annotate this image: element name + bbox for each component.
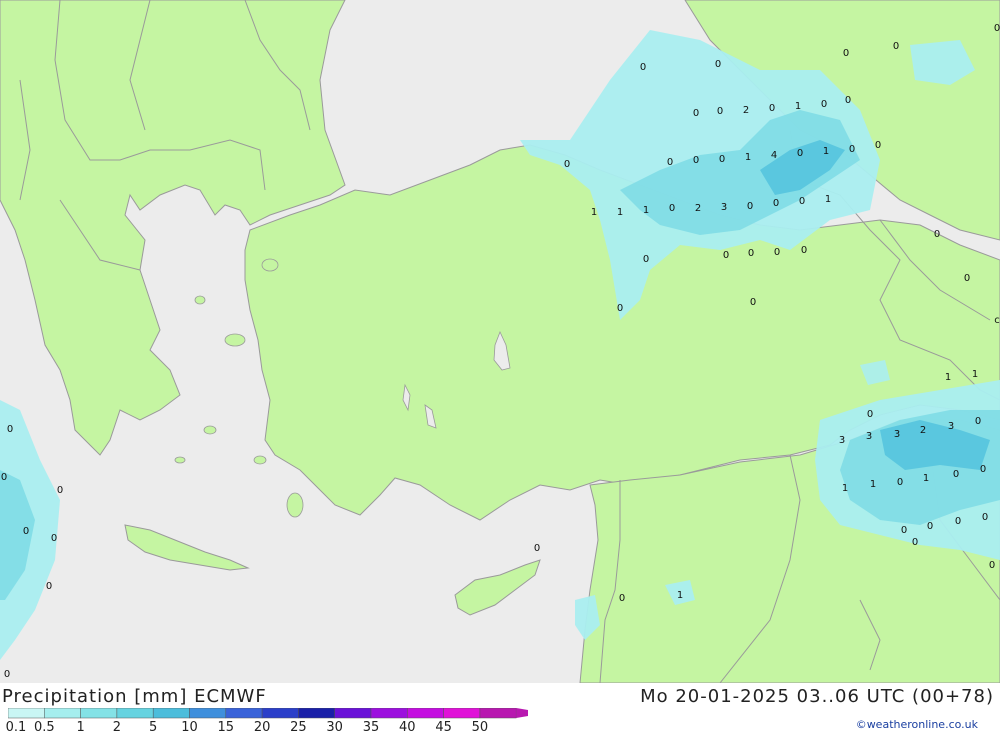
valid-time: Mo 20-01-2025 03..06 UTC (00+78) (640, 686, 994, 707)
precip-value-label: 0 (797, 148, 803, 159)
precip-value-label: 0 (980, 464, 986, 475)
footer: Precipitation [mm] ECMWF Mo 20-01-2025 0… (0, 683, 1000, 735)
scale-swatch (334, 708, 372, 719)
scale-swatch (298, 708, 335, 719)
scale-swatch (407, 708, 444, 719)
precip-value-label: 1 (842, 483, 848, 494)
precip-value-label: 0 (1, 472, 7, 483)
precip-value-label: 0 (912, 537, 918, 548)
precip-value-label: 4 (771, 150, 777, 161)
precip-value-label: 0 (748, 248, 754, 259)
precip-value-label: 1 (795, 101, 801, 112)
precip-value-label: 0 (643, 254, 649, 265)
color-scale-labels: 0.1 0.5 1 2 5 10 15 20 25 30 35 40 45 50 (0, 720, 520, 735)
precip-value-label: 2 (695, 203, 701, 214)
precip-value-label: 1 (923, 473, 929, 484)
precip-value-label: 0 (953, 469, 959, 480)
precip-value-label: 1 (870, 479, 876, 490)
scale-swatch (225, 708, 263, 719)
precip-value-label: 0 (693, 155, 699, 166)
precip-value-label: 0 (4, 669, 10, 680)
scale-swatch (152, 708, 190, 719)
credit-link[interactable]: ©weatheronline.co.uk (856, 718, 978, 731)
precip-value-label: 0 (875, 140, 881, 151)
precipitation-map: 0 0 0 0 0 0 2 0 1 0 0 0 0 0 1 4 0 1 0 0 0 1 1 1 0 2 3 0 0 0 1 0 0 0 0 0 0 0 0 0… (0, 0, 1000, 683)
precip-value-label: 0 (801, 245, 807, 256)
precip-value-label: 3 (839, 435, 845, 446)
precip-value-label: 2 (920, 425, 926, 436)
precip-value-label: 0 (773, 198, 779, 209)
precip-value-label: 3 (894, 429, 900, 440)
precip-value-label: 0 (640, 62, 646, 73)
precip-value-label: 1 (591, 207, 597, 218)
precip-value-label: c (994, 315, 1000, 326)
precip-value-label: 0 (994, 23, 1000, 34)
precip-value-label: 3 (721, 202, 727, 213)
precip-value-label: 0 (893, 41, 899, 52)
precip-value-label: 0 (750, 297, 756, 308)
precip-value-label: 3 (948, 421, 954, 432)
precip-value-label: 0 (747, 201, 753, 212)
scale-swatch (44, 708, 81, 719)
precip-value-label: 0 (723, 250, 729, 261)
scale-swatch (479, 708, 517, 719)
precip-value-label: 1 (945, 372, 951, 383)
precip-value-label: 1 (825, 194, 831, 205)
precip-value-label: 3 (866, 431, 872, 442)
scale-swatch (370, 708, 408, 719)
precip-value-label: 0 (934, 229, 940, 240)
color-scale (8, 708, 528, 719)
precip-value-label: 1 (823, 146, 829, 157)
precip-value-label: 0 (964, 273, 970, 284)
precip-value-label: 0 (619, 593, 625, 604)
scale-arrow-icon (516, 708, 528, 718)
precip-value-label: 0 (51, 533, 57, 544)
precip-value-label: 0 (7, 424, 13, 435)
scale-swatch (189, 708, 227, 719)
precip-value-label: 0 (955, 516, 961, 527)
precip-value-label: 1 (972, 369, 978, 380)
precip-value-label: 1 (677, 590, 683, 601)
precip-value-label: 0 (564, 159, 570, 170)
precip-value-label: 0 (867, 409, 873, 420)
precip-value-label: 0 (843, 48, 849, 59)
precip-value-label: 0 (667, 157, 673, 168)
precip-value-label: 0 (975, 416, 981, 427)
precip-value-label: 0 (982, 512, 988, 523)
land-cyprus (454, 559, 541, 616)
scale-swatch (261, 708, 299, 719)
precip-value-label: 0 (849, 144, 855, 155)
precip-value-label: 0 (845, 95, 851, 106)
precip-value-label: 0 (693, 108, 699, 119)
precip-value-label: 0 (534, 543, 540, 554)
precip-value-label: 1 (745, 152, 751, 163)
precip-value-label: 0 (23, 526, 29, 537)
precip-value-label: 0 (57, 485, 63, 496)
precip-value-label: 0 (715, 59, 721, 70)
precip-value-label: 2 (743, 105, 749, 116)
precip-value-label: 0 (617, 303, 623, 314)
precip-value-label: 0 (901, 525, 907, 536)
precip-value-label: 0 (799, 196, 805, 207)
precip-value-label: 0 (989, 560, 995, 571)
precip-value-label: 0 (774, 247, 780, 258)
precip-value-label: 0 (927, 521, 933, 532)
precip-value-label: 0 (717, 106, 723, 117)
scale-swatch (116, 708, 154, 719)
land-crete (124, 524, 250, 571)
precip-value-label: 0 (46, 581, 52, 592)
precip-value-label: 0 (821, 99, 827, 110)
map-canvas: 0 0 0 0 0 0 2 0 1 0 0 0 0 0 1 4 0 1 0 0 0 1 1 1 0 2 3 0 0 0 1 0 0 0 0 0 0 0 0 0… (0, 0, 1000, 683)
precip-value-label: 0 (897, 477, 903, 488)
precip-value-label: 1 (617, 207, 623, 218)
scale-swatch (80, 708, 118, 719)
precip-value-label: 0 (719, 154, 725, 165)
scale-swatch (443, 708, 481, 719)
scale-swatch (8, 708, 45, 719)
precip-value-label: 0 (0, 0, 3, 3)
precip-value-label: 0 (769, 103, 775, 114)
map-title: Precipitation [mm] ECMWF (2, 686, 267, 707)
precip-value-label: 1 (643, 205, 649, 216)
precip-value-label: 0 (669, 203, 675, 214)
